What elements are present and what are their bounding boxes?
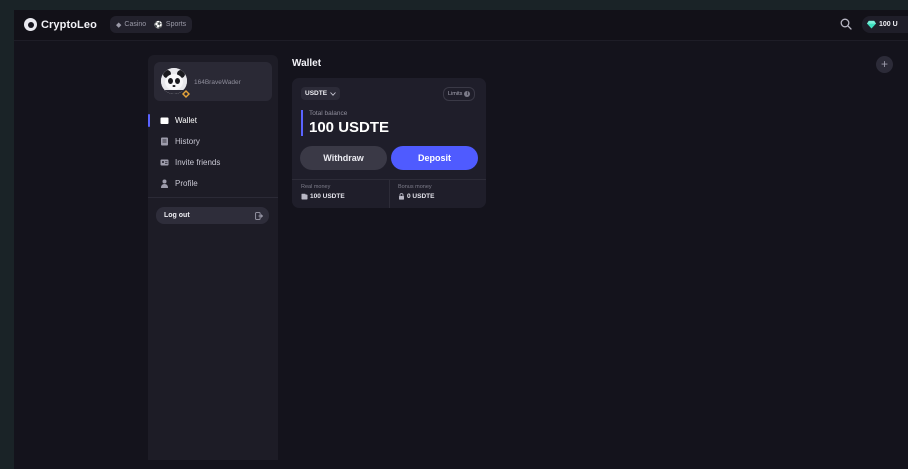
casino-icon: ◆	[116, 21, 122, 29]
sidebar-item-label: History	[175, 137, 200, 146]
page-title: Wallet	[292, 58, 322, 69]
brand-logo[interactable]: CryptoLeo	[24, 18, 97, 31]
wallet-card: USDTE Limits i Total balance 100 USDTE W…	[292, 78, 486, 208]
add-button[interactable]: +	[876, 56, 893, 73]
search-icon[interactable]	[840, 18, 852, 30]
bonus-money-label: Bonus money	[398, 184, 432, 190]
withdraw-button[interactable]: Withdraw	[300, 146, 387, 170]
tab-sports[interactable]: ⚽ Sports	[154, 21, 186, 29]
sidebar-menu: Wallet History Invite friends Profile	[148, 110, 278, 194]
total-balance-value: 100 USDTE	[309, 119, 390, 136]
lock-icon	[399, 193, 404, 200]
wallet-icon	[160, 117, 169, 124]
sidebar-item-invite-friends[interactable]: Invite friends	[148, 152, 278, 173]
currency-select[interactable]: USDTE	[301, 87, 341, 100]
tab-casino[interactable]: ◆ Casino	[116, 21, 146, 29]
bonus-money-value: 0 USDTE	[407, 193, 435, 200]
limits-label: Limits	[448, 91, 463, 97]
username: 164BraveWader	[194, 79, 241, 86]
profile-icon	[161, 179, 168, 188]
sidebar-item-history[interactable]: History	[148, 131, 278, 152]
header-balance[interactable]: 100 U	[862, 16, 908, 33]
currency-value: USDTE	[305, 90, 328, 97]
bonus-money: Bonus money 0 USDTE	[398, 184, 434, 200]
sidebar-divider	[148, 197, 278, 198]
real-money-label: Real money	[301, 184, 331, 190]
sidebar-item-label: Invite friends	[175, 158, 221, 167]
level-badge-icon	[181, 89, 191, 99]
sidebar-item-label: Profile	[175, 179, 198, 188]
logout-button[interactable]: Log out	[156, 207, 269, 224]
tab-casino-label: Casino	[124, 21, 147, 28]
gem-icon	[867, 20, 876, 29]
total-balance: Total balance 100 USDTE	[301, 110, 389, 136]
logout-icon	[255, 211, 263, 220]
info-icon: i	[464, 91, 471, 97]
nav-tabs: ◆ Casino ⚽ Sports	[110, 16, 193, 33]
limits-button[interactable]: Limits i	[443, 87, 476, 101]
logo-icon	[24, 18, 37, 31]
sidebar-item-label: Wallet	[175, 116, 197, 125]
sidebar-item-wallet[interactable]: Wallet	[148, 110, 278, 131]
chevron-down-icon	[330, 91, 336, 96]
deposit-button[interactable]: Deposit	[391, 146, 478, 170]
user-card[interactable]: 164BraveWader	[154, 62, 272, 101]
tab-sports-label: Sports	[165, 21, 187, 28]
real-money: Real money 100 USDTE	[301, 184, 345, 200]
total-balance-label: Total balance	[309, 110, 348, 117]
real-money-value: 100 USDTE	[310, 193, 345, 200]
account-sidebar: 164BraveWader Wallet History Invite frie…	[148, 55, 278, 460]
sidebar-item-profile[interactable]: Profile	[148, 173, 278, 194]
sports-ball-icon: ⚽	[154, 21, 163, 29]
logout-label: Log out	[164, 212, 190, 219]
history-icon	[161, 137, 168, 146]
brand-name: CryptoLeo	[41, 18, 97, 31]
column-divider	[389, 179, 390, 208]
active-indicator	[148, 114, 150, 127]
wallet-small-icon	[301, 193, 308, 200]
invite-icon	[160, 159, 169, 166]
header-balance-value: 100 U	[879, 21, 898, 28]
